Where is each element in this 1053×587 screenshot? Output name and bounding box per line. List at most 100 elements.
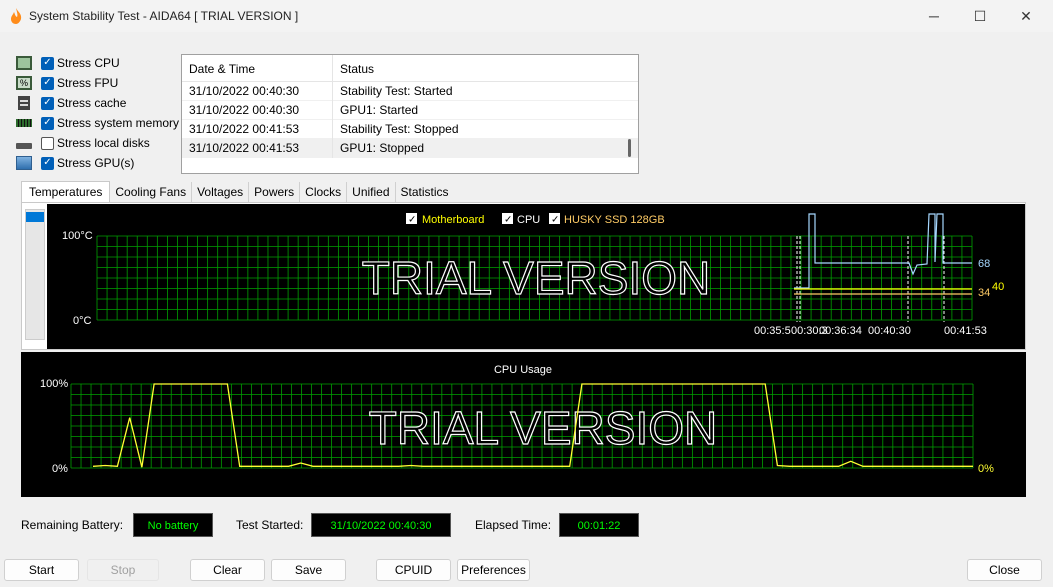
stress-option-label: Stress GPU(s) (57, 156, 135, 170)
elapsed-time-label: Elapsed Time: (475, 518, 552, 532)
x-axis-label: 00:41:53 (944, 325, 987, 337)
stress-option-label: Stress FPU (57, 76, 119, 90)
log-header: Date & Time Status (182, 55, 638, 82)
x-axis-label: 00:35:5 (754, 325, 791, 337)
cache-icon (18, 96, 30, 110)
close-window-button[interactable]: ✕ (1003, 0, 1049, 32)
x-axis-label: 00:40:30 (868, 325, 911, 337)
tab-voltages[interactable]: Voltages (192, 182, 250, 203)
trial-watermark: TRIAL VERSION (362, 252, 710, 304)
legend-ssd: HUSKY SSD 128GB (564, 214, 665, 226)
current-motherboard-temp: 40 (992, 281, 1004, 293)
stress-option-gpu[interactable]: ✓ Stress GPU(s) (16, 153, 179, 173)
cpu-usage-graph: CPU Usage 100% 0% 0% TRIAL VERSION (21, 352, 1026, 497)
cpu-usage-title: CPU Usage (494, 364, 552, 376)
slider-thumb[interactable] (26, 212, 44, 222)
log-time: 31/10/2022 00:41:53 (182, 119, 333, 139)
log-status: Stability Test: Started (340, 84, 453, 98)
current-cpu-usage: 0% (978, 463, 994, 475)
start-button[interactable]: Start (4, 559, 79, 581)
stress-option-label: Stress system memory (57, 116, 180, 130)
stress-memory-checkbox[interactable]: ✓ (41, 116, 54, 130)
cpuid-button[interactable]: CPUID (376, 559, 451, 581)
stress-option-cache[interactable]: ✓ Stress cache (16, 93, 179, 113)
tab-unified[interactable]: Unified (347, 182, 396, 203)
temperature-graph: ✓ Motherboard ✓ CPU ✓ HUSKY SSD 128GB 10… (47, 204, 1025, 349)
log-status: GPU1: Stopped (340, 141, 425, 155)
log-status: GPU1: Started (340, 103, 419, 117)
disk-drive-icon (16, 143, 32, 149)
battery-label: Remaining Battery: (21, 518, 124, 532)
stress-cpu-checkbox[interactable]: ✓ (41, 56, 54, 70)
y-axis-bottom-label: 0% (52, 463, 68, 475)
log-row[interactable]: 31/10/2022 00:40:30 Stability Test: Star… (182, 81, 638, 101)
status-bar: Remaining Battery: No battery Test Start… (21, 513, 1026, 537)
cpu-chip-icon (16, 56, 32, 70)
current-ssd-temp: 34 (978, 287, 990, 299)
window-title: System Stability Test - AIDA64 [ TRIAL V… (29, 9, 299, 23)
y-axis-top-label: 100% (40, 378, 68, 390)
current-cpu-temp: 68 (978, 258, 990, 270)
tab-powers[interactable]: Powers (249, 182, 301, 203)
column-header-datetime[interactable]: Date & Time (182, 55, 333, 81)
stress-cache-checkbox[interactable]: ✓ (41, 96, 54, 110)
stress-option-disks[interactable]: Stress local disks (16, 133, 179, 153)
log-time: 31/10/2022 00:40:30 (182, 100, 333, 120)
checkmark-icon: ✓ (408, 215, 416, 226)
x-axis-label: 00:36:34 (819, 325, 862, 337)
close-button[interactable]: Close (967, 559, 1042, 581)
temperature-lines (794, 213, 972, 322)
stress-gpu-checkbox[interactable]: ✓ (41, 156, 54, 170)
legend-motherboard: Motherboard (422, 214, 484, 226)
close-icon: ✕ (1020, 7, 1032, 24)
log-status: Stability Test: Stopped (340, 122, 459, 136)
tab-statistics[interactable]: Statistics (396, 182, 454, 203)
graph-tabs: Temperatures Cooling Fans Voltages Power… (21, 181, 454, 203)
legend-cpu: CPU (517, 214, 540, 226)
stop-button[interactable]: Stop (87, 559, 159, 581)
checkmark-icon: ✓ (504, 215, 512, 226)
graph-scroll-slider[interactable] (25, 209, 45, 340)
stress-option-memory[interactable]: ✓ Stress system memory (16, 113, 179, 133)
cpu-temp-line (794, 213, 972, 289)
minimize-button[interactable]: ─ (911, 0, 957, 32)
maximize-button[interactable]: ☐ (957, 0, 1003, 32)
temperature-legend: ✓ Motherboard ✓ CPU ✓ HUSKY SSD 128GB (406, 213, 665, 226)
log-row[interactable]: 31/10/2022 00:40:30 GPU1: Started (182, 100, 638, 120)
stress-option-label: Stress CPU (57, 56, 120, 70)
stress-option-cpu[interactable]: ✓ Stress CPU (16, 53, 179, 73)
checkmark-icon: ✓ (551, 215, 559, 226)
stress-option-fpu[interactable]: % ✓ Stress FPU (16, 73, 179, 93)
tab-clocks[interactable]: Clocks (300, 182, 348, 203)
memory-module-icon (16, 119, 32, 127)
log-time: 31/10/2022 00:41:53 (182, 138, 333, 158)
tab-cooling-fans[interactable]: Cooling Fans (110, 182, 193, 203)
test-started-label: Test Started: (236, 518, 304, 532)
y-axis-top-label: 100°C (62, 230, 93, 242)
trial-watermark: TRIAL VERSION (369, 402, 717, 454)
stress-fpu-checkbox[interactable]: ✓ (41, 76, 54, 90)
title-bar: System Stability Test - AIDA64 [ TRIAL V… (0, 0, 1053, 32)
log-row[interactable]: 31/10/2022 00:41:53 Stability Test: Stop… (182, 119, 638, 139)
log-scrollbar[interactable] (628, 139, 631, 157)
log-row[interactable]: 31/10/2022 00:41:53 GPU1: Stopped (182, 138, 638, 158)
clear-button[interactable]: Clear (190, 559, 265, 581)
column-header-status[interactable]: Status (333, 55, 381, 81)
stress-option-label: Stress local disks (57, 136, 150, 150)
maximize-icon: ☐ (973, 7, 987, 24)
stress-options: ✓ Stress CPU % ✓ Stress FPU ✓ Stress cac… (16, 53, 179, 173)
stress-option-label: Stress cache (57, 96, 127, 110)
minimize-icon: ─ (929, 8, 939, 24)
event-log-list[interactable]: Date & Time Status 31/10/2022 00:40:30 S… (181, 54, 639, 174)
stress-disks-checkbox[interactable] (41, 136, 54, 150)
y-axis-bottom-label: 0°C (73, 315, 92, 327)
tab-temperatures[interactable]: Temperatures (21, 181, 111, 203)
preferences-button[interactable]: Preferences (457, 559, 530, 581)
battery-value: No battery (133, 513, 213, 537)
aida64-flame-icon (11, 8, 22, 24)
save-button[interactable]: Save (271, 559, 346, 581)
log-time: 31/10/2022 00:40:30 (182, 81, 333, 101)
elapsed-time-value: 00:01:22 (559, 513, 639, 537)
gpu-icon (16, 156, 32, 170)
test-started-value: 31/10/2022 00:40:30 (311, 513, 451, 537)
